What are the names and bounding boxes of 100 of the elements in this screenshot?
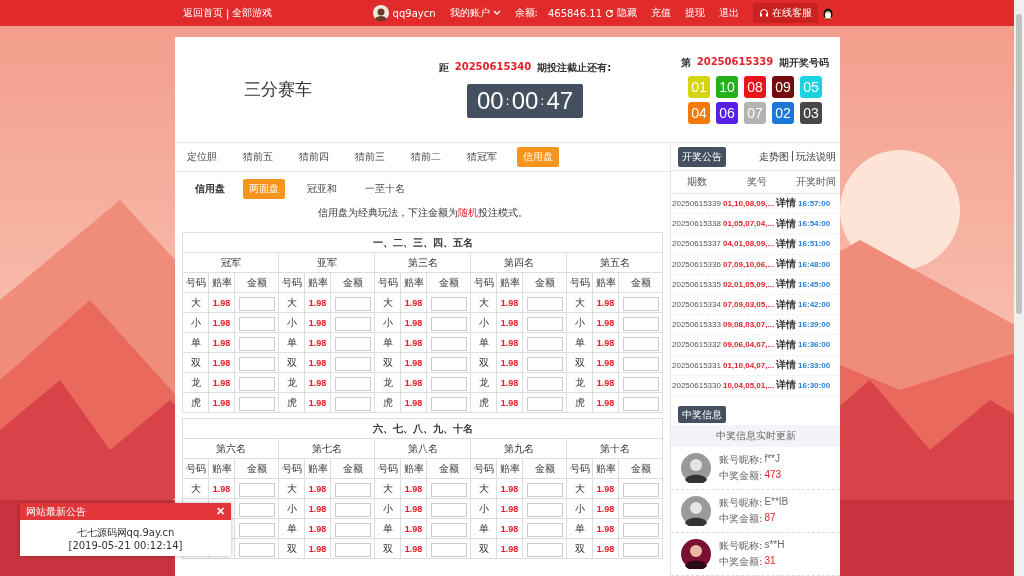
amount-field[interactable] (430, 296, 467, 311)
amount-field[interactable] (238, 522, 275, 537)
amount-field[interactable] (526, 542, 563, 557)
amount-field[interactable] (430, 376, 467, 391)
odds-value: 1.98 (496, 352, 523, 373)
amount-field[interactable] (430, 356, 467, 371)
detail-link[interactable]: 详情 (776, 297, 797, 312)
group-header: 第三名 (374, 252, 471, 273)
amount-field[interactable] (622, 542, 659, 557)
action-link[interactable]: 充值 (651, 6, 671, 20)
play-tab[interactable]: 猜前三 (349, 147, 391, 167)
sub-tab[interactable]: 冠亚和 (301, 179, 343, 199)
bet-label: 大 (278, 292, 305, 313)
play-tab[interactable]: 猜冠军 (461, 147, 503, 167)
amount-field[interactable] (334, 522, 371, 537)
amount-field[interactable] (334, 296, 371, 311)
amount-field[interactable] (238, 376, 275, 391)
penguin-icon[interactable] (822, 6, 834, 20)
column-header: 号码 (278, 272, 305, 293)
amount-field[interactable] (238, 316, 275, 331)
detail-link[interactable]: 详情 (776, 236, 797, 251)
bet-label: 双 (470, 352, 497, 373)
amount-field[interactable] (334, 376, 371, 391)
amount-field[interactable] (430, 542, 467, 557)
action-link[interactable]: 提现 (685, 6, 705, 20)
winners-tab[interactable]: 中奖信息 (678, 406, 726, 424)
amount-field[interactable] (622, 296, 659, 311)
play-tab[interactable]: 定位胆 (181, 147, 223, 167)
amount-field[interactable] (238, 482, 275, 497)
bet-label: 双 (374, 538, 401, 559)
bet-label: 双 (278, 352, 305, 373)
amount-field[interactable] (238, 356, 275, 371)
amount-field[interactable] (526, 482, 563, 497)
sub-tab[interactable]: 一至十名 (359, 179, 411, 199)
support-button[interactable]: 在线客服 (753, 3, 818, 23)
amount-field[interactable] (526, 336, 563, 351)
home-link[interactable]: 返回首页 (183, 6, 223, 20)
amount-field[interactable] (430, 316, 467, 331)
detail-link[interactable]: 详情 (776, 358, 797, 373)
amount-field[interactable] (622, 376, 659, 391)
detail-link[interactable]: 详情 (776, 277, 797, 292)
amount-field[interactable] (526, 376, 563, 391)
odds-value: 1.98 (496, 332, 523, 353)
column-header: 金额 (234, 272, 279, 293)
timer-digits: 00 (511, 87, 539, 115)
amount-field[interactable] (430, 482, 467, 497)
amount-field[interactable] (622, 502, 659, 517)
amount-field[interactable] (430, 502, 467, 517)
draw-time: 16:51:00 (798, 239, 831, 249)
group-header: 第四名 (470, 252, 567, 273)
play-tab[interactable]: 猜前四 (293, 147, 335, 167)
odds-value: 1.98 (496, 292, 523, 313)
play-tab[interactable]: 猜前五 (237, 147, 279, 167)
detail-link[interactable]: 详情 (776, 257, 797, 272)
rules-link[interactable]: 玩法说明 (796, 150, 836, 164)
amount-field[interactable] (622, 316, 659, 331)
odds-value: 1.98 (592, 352, 619, 373)
detail-link[interactable]: 详情 (776, 216, 797, 231)
hide-link[interactable]: 隐藏 (617, 6, 637, 20)
amount-field[interactable] (430, 396, 467, 411)
trend-link[interactable]: 走势图 (758, 150, 789, 164)
detail-link[interactable]: 详情 (776, 317, 797, 332)
amount-field[interactable] (334, 542, 371, 557)
amount-field[interactable] (238, 502, 275, 517)
amount-field[interactable] (526, 356, 563, 371)
amount-field[interactable] (334, 502, 371, 517)
amount-field[interactable] (238, 396, 275, 411)
amount-field[interactable] (238, 296, 275, 311)
amount-field[interactable] (238, 336, 275, 351)
amount-field[interactable] (622, 482, 659, 497)
amount-field[interactable] (526, 296, 563, 311)
detail-link[interactable]: 详情 (776, 196, 797, 211)
amount-field[interactable] (622, 356, 659, 371)
amount-field[interactable] (238, 542, 275, 557)
amount-field[interactable] (334, 316, 371, 331)
results-tab[interactable]: 开奖公告 (678, 147, 726, 167)
amount-field[interactable] (526, 396, 563, 411)
amount-field[interactable] (622, 522, 659, 537)
bet-label: 单 (566, 518, 593, 539)
bet-label: 虎 (182, 392, 209, 413)
group-header: 第九名 (470, 438, 567, 459)
amount-field[interactable] (526, 316, 563, 331)
amount-field[interactable] (334, 396, 371, 411)
amount-field[interactable] (430, 336, 467, 351)
detail-link[interactable]: 详情 (776, 378, 797, 393)
detail-link[interactable]: 详情 (776, 338, 797, 352)
all-games-link[interactable]: 全部游戏 (232, 6, 273, 20)
play-tab[interactable]: 猜前二 (405, 147, 447, 167)
amount-field[interactable] (334, 336, 371, 351)
account-menu[interactable]: 我的账户 (449, 6, 490, 20)
amount-field[interactable] (430, 522, 467, 537)
odds-value: 1.98 (400, 478, 427, 499)
action-link[interactable]: 退出 (719, 6, 739, 20)
scrollbar-thumb[interactable] (1016, 14, 1022, 314)
amount-field[interactable] (526, 522, 563, 537)
amount-field[interactable] (622, 396, 659, 411)
amount-field[interactable] (526, 502, 563, 517)
amount-field[interactable] (622, 336, 659, 351)
amount-field[interactable] (334, 356, 371, 371)
amount-field[interactable] (334, 482, 371, 497)
